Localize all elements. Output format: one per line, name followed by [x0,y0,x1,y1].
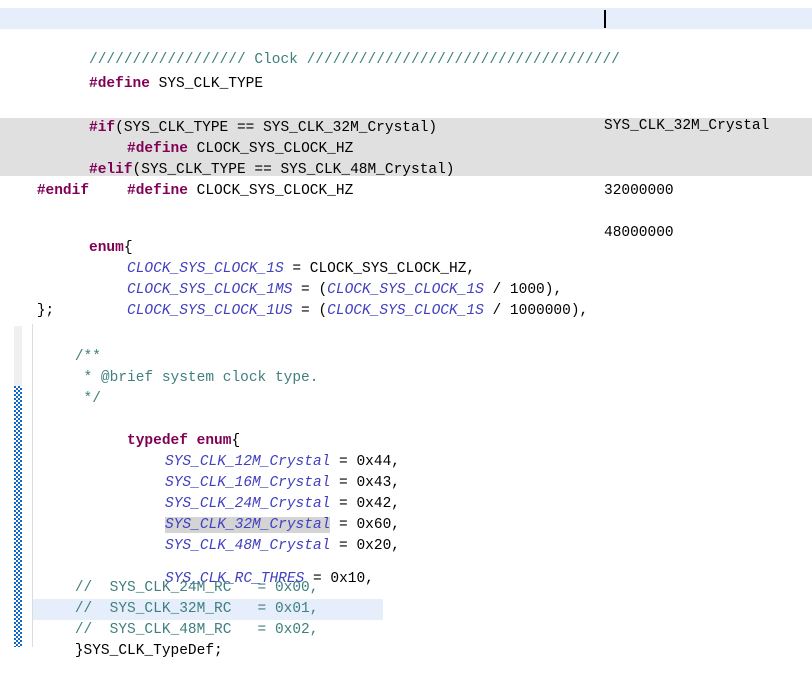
code-line-clock-1s[interactable]: CLOCK_SYS_CLOCK_1S = CLOCK_SYS_CLOCK_HZ, [0,217,812,238]
code-line-doc-comment-close[interactable]: */ [0,368,812,389]
code-line-doc-comment-open[interactable]: /** [0,326,812,347]
enum-member-clock-1us-ref: CLOCK_SYS_CLOCK_1S [327,303,484,319]
code-line-typedef-enum-close[interactable]: }SYS_CLK_TypeDef; [0,620,812,641]
banner-right-slashes: //////////////////////////////////// [307,52,620,68]
enum-member-clock-1us-op: / [484,303,510,319]
enum-member-clock-1us-paren-open: ( [318,303,327,319]
code-line-commented-48m-rc[interactable]: // SYS_CLK_48M_RC = 0x02, [0,599,812,620]
code-line-commented-32m-rc[interactable]: // SYS_CLK_32M_RC = 0x01, [0,578,812,599]
enum-member-clock-1us-paren-close: ) [571,303,580,319]
code-line-clock-1us[interactable]: CLOCK_SYS_CLOCK_1US = (CLOCK_SYS_CLOCK_1… [0,259,812,280]
code-line-define-clock-hz-48m[interactable]: #define CLOCK_SYS_CLOCK_HZ 48000000 [0,139,812,160]
enum-member-clock-1us-comma: , [580,303,589,319]
enum-member-clock-1us-name: CLOCK_SYS_CLOCK_1US [127,303,292,319]
code-line-elif-directive[interactable]: #elif(SYS_CLK_TYPE == SYS_CLK_48M_Crysta… [0,118,812,139]
enum-member-clock-1us-num: 1000000 [510,303,571,319]
code-line-define-sys-clk-type[interactable]: #define SYS_CLK_TYPE SYS_CLK_32M_Crystal [0,32,812,53]
enum-member-clock-1us-eq: = [292,303,318,319]
code-line-sys-clk-rc-thres[interactable]: SYS_CLK_RC_THRES = 0x10, [0,527,812,548]
code-editor-surface[interactable]: ////////////////// Clock ///////////////… [0,0,812,647]
code-line-anon-enum-close[interactable]: }; [0,280,812,301]
code-line-doc-comment-body[interactable]: * @brief system clock type. [0,347,812,368]
code-line-define-clock-hz-32m[interactable]: #define CLOCK_SYS_CLOCK_HZ 32000000 [0,97,812,118]
code-line-commented-24m-rc[interactable]: // SYS_CLK_24M_RC = 0x00, [0,557,812,578]
typedef-enum-close: }SYS_CLK_TypeDef; [75,641,223,662]
code-line-sys-clk-32m[interactable]: SYS_CLK_32M_Crystal = 0x60, [0,473,812,494]
code-line-endif-directive[interactable]: #endif [0,160,812,181]
code-line-clock-1ms[interactable]: CLOCK_SYS_CLOCK_1MS = (CLOCK_SYS_CLOCK_1… [0,238,812,259]
code-line-sys-clk-16m[interactable]: SYS_CLK_16M_Crystal = 0x43, [0,431,812,452]
code-line-sys-clk-48m[interactable]: SYS_CLK_48M_Crystal = 0x20, [0,494,812,515]
code-line-banner-comment[interactable]: ////////////////// Clock ///////////////… [0,8,812,29]
code-line-typedef-enum-open[interactable]: typedef enum{ [0,389,812,410]
code-line-anon-enum-open[interactable]: enum{ [0,196,812,217]
anon-enum-close: }; [37,301,54,322]
code-line-if-directive[interactable]: #if(SYS_CLK_TYPE == SYS_CLK_32M_Crystal) [0,76,812,97]
code-line-sys-clk-24m[interactable]: SYS_CLK_24M_Crystal = 0x42, [0,452,812,473]
code-line-sys-clk-12m[interactable]: SYS_CLK_12M_Crystal = 0x44, [0,410,812,431]
